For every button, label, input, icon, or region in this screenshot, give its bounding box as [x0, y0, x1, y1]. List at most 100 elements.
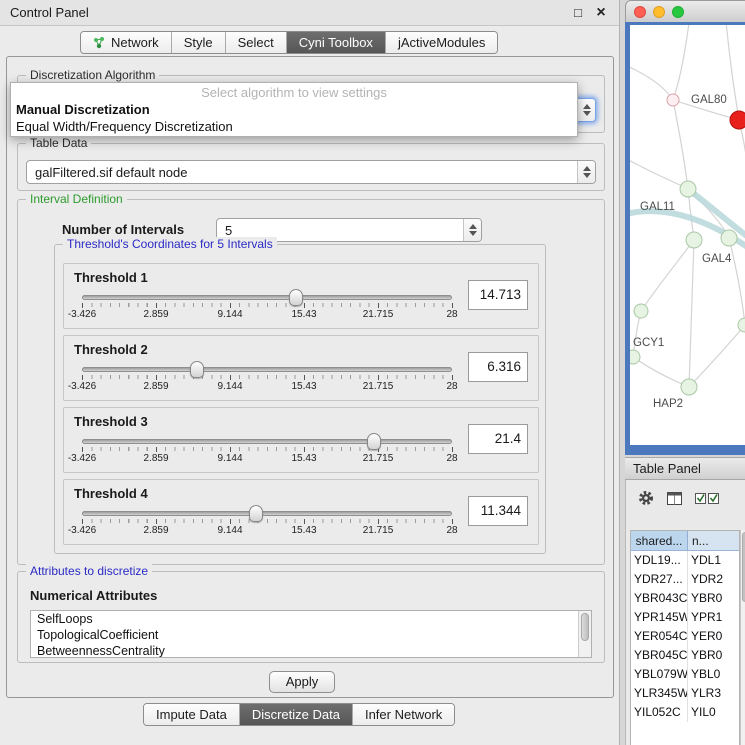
network-window-titlebar[interactable] — [625, 0, 745, 22]
table-settings-gear-icon[interactable] — [638, 490, 654, 506]
column-header-name[interactable]: n... — [688, 531, 739, 551]
threshold-1-slider-thumb[interactable] — [289, 289, 303, 306]
threshold-3-slider-thumb[interactable] — [367, 433, 381, 450]
tab-discretize-data[interactable]: Discretize Data — [240, 704, 353, 725]
table-row[interactable]: YER054CYER0 — [631, 627, 739, 646]
slider-tick-label: 28 — [446, 525, 457, 536]
slider-tick-mark — [378, 303, 379, 308]
tab-select[interactable]: Select — [226, 32, 287, 53]
network-edge[interactable] — [673, 25, 690, 100]
control-panel-tab-bar: NetworkStyle Select Cyni Toolbox jActiveMod… — [80, 31, 498, 54]
close-traffic-light-icon[interactable] — [634, 6, 646, 18]
network-node-label[interactable]: HAP2 — [653, 398, 683, 410]
network-edge[interactable] — [630, 65, 673, 100]
slider-tick-mark — [452, 375, 453, 380]
float-window-icon[interactable]: □ — [570, 5, 586, 20]
tab-cyni-toolbox[interactable]: Cyni Toolbox — [287, 32, 386, 53]
tab-label: jActiveModules — [398, 35, 485, 50]
tab-style[interactable]: Style — [172, 32, 226, 53]
threshold-2-slider-thumb[interactable] — [190, 361, 204, 378]
algorithm-option-equal-width-frequency-discretization[interactable]: Equal Width/Frequency Discretization — [11, 118, 577, 135]
threshold-2-value-field[interactable]: 6.316 — [468, 352, 528, 382]
apply-button[interactable]: Apply — [269, 671, 335, 693]
attributes-scrollbar-thumb[interactable] — [581, 613, 589, 641]
select-columns-icon[interactable] — [667, 492, 682, 505]
network-node-label[interactable]: GAL4 — [702, 253, 732, 265]
close-icon[interactable]: × — [593, 4, 609, 22]
tab-infer-network[interactable]: Infer Network — [353, 704, 454, 725]
slider-track[interactable] — [82, 439, 452, 444]
network-node-green[interactable] — [680, 181, 696, 197]
threshold-1-slider[interactable]: -3.4262.8599.14415.4321.71528 — [82, 286, 452, 326]
tab-impute-data[interactable]: Impute Data — [144, 704, 240, 725]
table-row[interactable]: YLR345WYLR3 — [631, 684, 739, 703]
algorithm-option-manual-discretization[interactable]: Manual Discretization — [11, 101, 577, 118]
table-row[interactable]: YDR27...YDR2 — [631, 570, 739, 589]
table-scrollbar[interactable] — [740, 530, 745, 745]
table-row[interactable]: YPR145WYPR1 — [631, 608, 739, 627]
network-node-label[interactable]: GAL80 — [691, 94, 727, 106]
list-item-betweennesscentrality[interactable]: BetweennessCentrality — [31, 643, 591, 658]
list-item-topologicalcoefficient[interactable]: TopologicalCoefficient — [31, 627, 591, 643]
cell-shared-name: YDL19... — [631, 551, 688, 570]
slider-tick-label: 21.715 — [363, 309, 394, 320]
table-row[interactable]: YBR043CYBR0 — [631, 589, 739, 608]
node-table[interactable]: shared... n... YDL19...YDL1YDR27...YDR2Y… — [630, 530, 740, 745]
cell-shared-name: YPR145W — [631, 608, 688, 627]
network-edge[interactable] — [729, 238, 745, 325]
network-node-label[interactable]: GCY1 — [633, 337, 664, 349]
tab-jactivemodules[interactable]: jActiveModules — [386, 32, 497, 53]
threshold-3-slider[interactable]: -3.4262.8599.14415.4321.71528 — [82, 430, 452, 470]
slider-tick-mark — [304, 375, 305, 380]
network-edge[interactable] — [641, 240, 694, 311]
network-edge[interactable] — [673, 100, 688, 189]
minimize-traffic-light-icon[interactable] — [653, 6, 665, 18]
network-canvas[interactable]: GAL80 GAL11 GAL4 GCY1 HAP2 — [630, 25, 745, 445]
network-node-green[interactable] — [738, 318, 745, 332]
tab-label: Select — [238, 35, 274, 50]
threshold-1-value-field[interactable]: 14.713 — [468, 280, 528, 310]
threshold-4-value-field[interactable]: 11.344 — [468, 496, 528, 526]
network-node-green[interactable] — [634, 304, 648, 318]
table-row[interactable]: YDL19...YDL1 — [631, 551, 739, 570]
algorithm-placeholder-option[interactable]: Select algorithm to view settings — [11, 84, 577, 101]
network-node-label[interactable]: GAL11 — [640, 201, 675, 213]
network-node-red[interactable] — [730, 111, 745, 129]
slider-tick-label: 9.144 — [217, 381, 242, 392]
select-all-columns-icon[interactable] — [695, 492, 721, 505]
threshold-4-slider-thumb[interactable] — [249, 505, 263, 522]
network-node-green[interactable] — [630, 350, 640, 364]
list-item-selfloops[interactable]: SelfLoops — [31, 611, 591, 627]
network-node-green[interactable] — [721, 230, 737, 246]
threshold-3-value-field[interactable]: 21.4 — [468, 424, 528, 454]
zoom-traffic-light-icon[interactable] — [672, 6, 684, 18]
control-panel-titlebar[interactable]: Control Panel □ × — [0, 0, 619, 26]
column-header-shared-name[interactable]: shared... — [631, 531, 688, 551]
numerical-attributes-list[interactable]: SelfLoopsTopologicalCoefficientBetweenne… — [30, 610, 592, 658]
threshold-2-slider[interactable]: -3.4262.8599.14415.4321.71528 — [82, 358, 452, 398]
network-edge[interactable] — [689, 240, 694, 387]
attributes-scrollbar[interactable] — [578, 611, 591, 657]
table-row[interactable]: YBR045CYBR0 — [631, 646, 739, 665]
threshold-1-label: Threshold 1 — [74, 270, 148, 285]
network-node-pink[interactable] — [667, 94, 679, 106]
slider-track[interactable] — [82, 367, 452, 372]
network-edge[interactable] — [633, 357, 689, 387]
table-row[interactable]: YIL052CYIL0 — [631, 703, 739, 722]
cell-shared-name: YER054C — [631, 627, 688, 646]
table-row[interactable]: YBL079WYBL0 — [631, 665, 739, 684]
network-edge[interactable] — [739, 120, 745, 185]
network-edge[interactable] — [630, 155, 688, 189]
slider-tick-mark — [156, 303, 157, 308]
threshold-4-slider[interactable]: -3.4262.8599.14415.4321.71528 — [82, 502, 452, 542]
slider-track[interactable] — [82, 295, 452, 300]
network-edge[interactable] — [689, 325, 745, 387]
slider-track[interactable] — [82, 511, 452, 516]
tab-network[interactable]: Network — [81, 32, 172, 53]
network-node-green[interactable] — [686, 232, 702, 248]
network-edge[interactable] — [725, 25, 739, 120]
threshold-1-panel: Threshold 1 -3.4262.8599.14415.4321.7152… — [63, 263, 539, 329]
table-data-select[interactable]: galFiltered.sif default node — [26, 160, 596, 184]
network-node-green[interactable] — [681, 379, 697, 395]
slider-tick-label: 15.43 — [291, 453, 316, 464]
